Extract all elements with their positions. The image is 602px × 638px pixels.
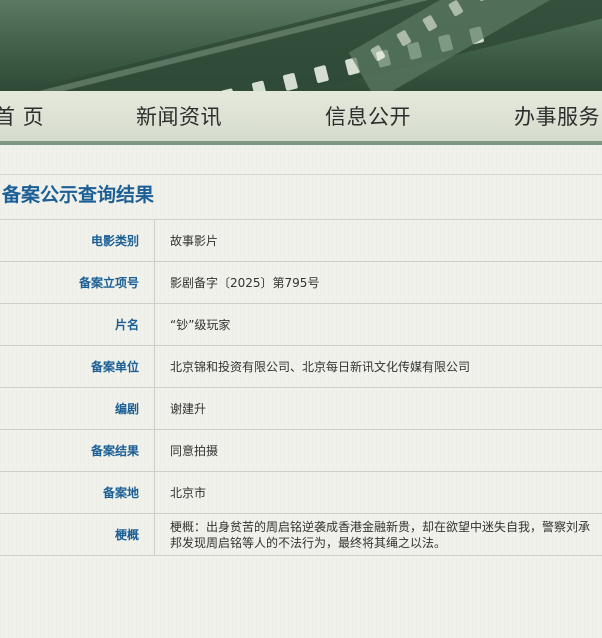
row-label: 备案立项号: [0, 261, 155, 304]
table-row: 备案单位 北京锦和投资有限公司、北京每日新讯文化传媒有限公司: [0, 345, 602, 388]
row-value: 影剧备字〔2025〕第795号: [154, 261, 602, 304]
main-nav: 首 页 新闻资讯 信息公开 办事服务: [0, 91, 602, 145]
row-value: 谢建升: [154, 387, 602, 430]
nav-home[interactable]: 首 页: [0, 101, 44, 131]
row-label: 梗概: [0, 513, 155, 556]
film-strip-graphic: [0, 0, 602, 91]
nav-info-disclosure[interactable]: 信息公开: [325, 101, 411, 131]
result-header: 备案公示查询结果: [0, 174, 602, 220]
row-value: 同意拍摄: [154, 429, 602, 472]
row-label: 备案单位: [0, 345, 155, 388]
row-value: 梗概：出身贫苦的周启铭逆袭成香港金融新贵，却在欲望中迷失自我，警察刘承邦发现周启…: [154, 513, 602, 556]
table-row: 梗概 梗概：出身贫苦的周启铭逆袭成香港金融新贵，却在欲望中迷失自我，警察刘承邦发…: [0, 513, 602, 556]
nav-services[interactable]: 办事服务: [514, 101, 600, 131]
row-label: 电影类别: [0, 220, 155, 262]
table-row: 编剧 谢建升: [0, 387, 602, 430]
row-value: 北京锦和投资有限公司、北京每日新讯文化传媒有限公司: [154, 345, 602, 388]
page-title: 备案公示查询结果: [2, 184, 155, 206]
table-row: 备案地 北京市: [0, 471, 602, 514]
record-table: 电影类别 故事影片 备案立项号 影剧备字〔2025〕第795号 片名 “钞”级玩…: [0, 220, 602, 556]
row-label: 备案地: [0, 471, 155, 514]
table-row: 电影类别 故事影片: [0, 220, 602, 262]
row-label: 备案结果: [0, 429, 155, 472]
row-value: 故事影片: [154, 220, 602, 262]
row-value: “钞”级玩家: [154, 303, 602, 346]
table-row: 备案立项号 影剧备字〔2025〕第795号: [0, 261, 602, 304]
row-label: 片名: [0, 303, 155, 346]
table-row: 片名 “钞”级玩家: [0, 303, 602, 346]
table-row: 备案结果 同意拍摄: [0, 429, 602, 472]
row-label: 编剧: [0, 387, 155, 430]
header-banner: [0, 0, 602, 91]
row-value: 北京市: [154, 471, 602, 514]
nav-news[interactable]: 新闻资讯: [136, 101, 222, 131]
